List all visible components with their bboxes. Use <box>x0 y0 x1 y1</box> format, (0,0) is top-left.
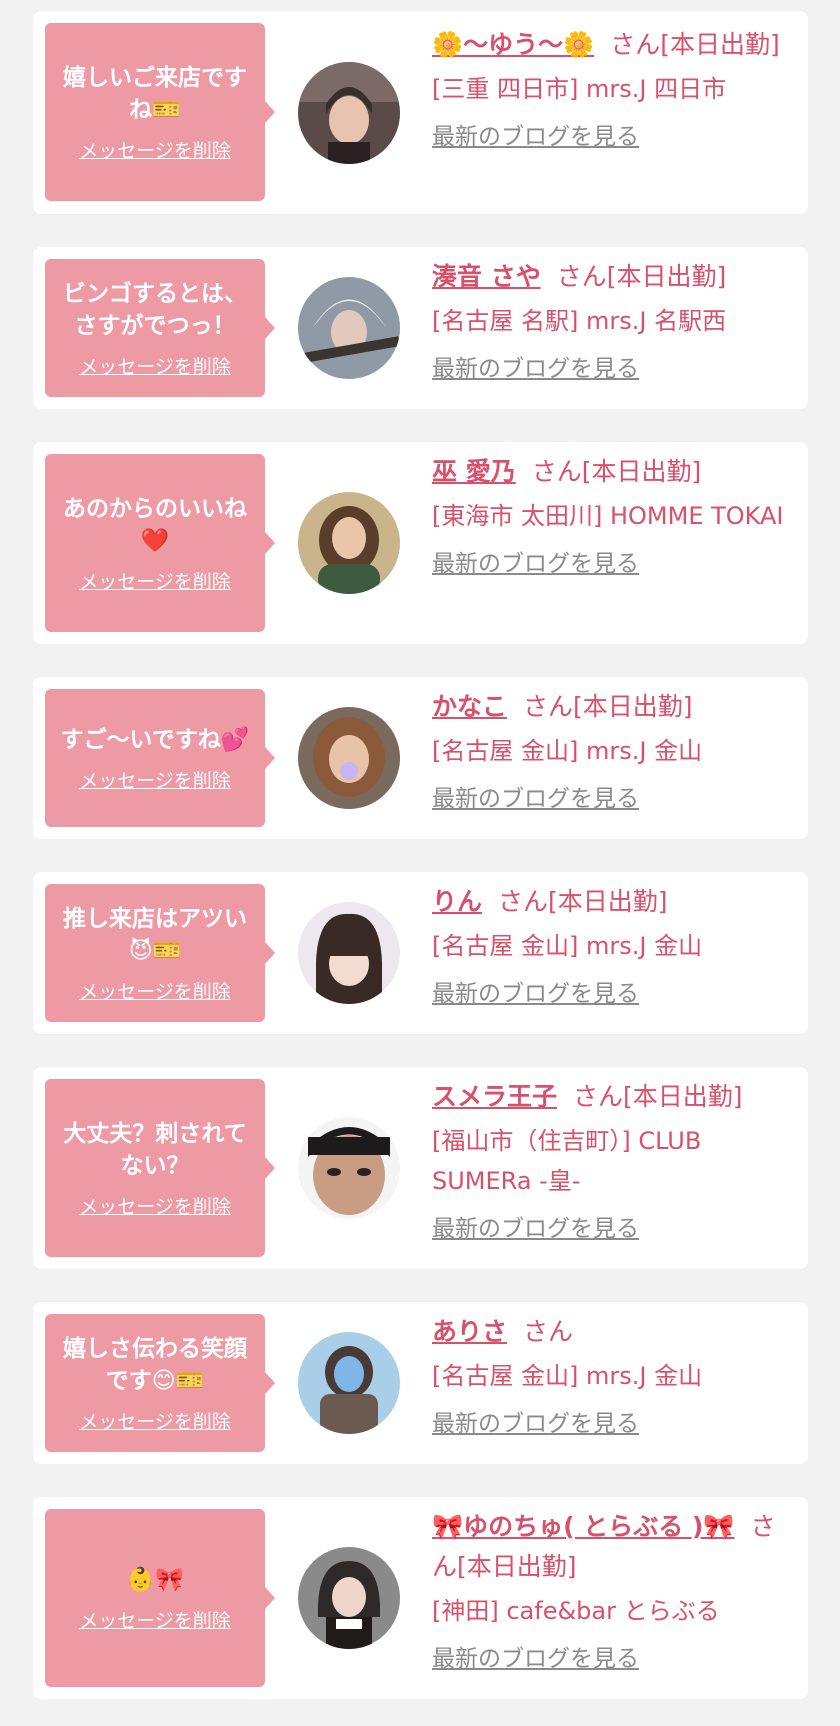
avatar[interactable] <box>298 1332 400 1434</box>
message-text: あのからのいいね ❤️ <box>63 495 247 554</box>
avatar[interactable] <box>298 277 400 379</box>
message-text: すご〜いですね💕 <box>60 726 250 753</box>
message-bubble: 嬉しいご来店ですね🎫 メッセージを削除 <box>45 23 275 201</box>
message-bubble: すご〜いですね💕 メッセージを削除 <box>45 689 275 827</box>
cast-name-link[interactable]: 湊音 さや <box>432 262 541 291</box>
message-bubble: ビンゴするとは、さすがでつっ！ メッセージを削除 <box>45 259 275 397</box>
notification-card: 推し来店はアツい 😈🎫 メッセージを削除 りん さん[本日出勤] [名古屋 金山] … <box>33 872 808 1034</box>
shop-label: [福山市（住吉町）] CLUB SUMERa -皇- <box>432 1127 702 1195</box>
cast-info: かなこ さん[本日出勤] [名古屋 金山] mrs.J 金山 最新のブログを見る <box>432 687 790 817</box>
blog-link[interactable]: 最新のブログを見る <box>432 1211 639 1247</box>
cast-status: さん[本日出勤] <box>610 30 780 59</box>
delete-message-link[interactable]: メッセージを削除 <box>79 567 231 594</box>
shop-label: [名古屋 名駅] mrs.J 名駅西 <box>432 307 727 335</box>
cast-info: 湊音 さや さん[本日出勤] [名古屋 名駅] mrs.J 名駅西 最新のブログを… <box>432 257 790 387</box>
notification-card: 大丈夫？刺されてない？ メッセージを削除 スメラ王子 さん[本日出勤] [福山市（… <box>33 1067 808 1269</box>
delete-message-link[interactable]: メッセージを削除 <box>79 977 231 1004</box>
message-bubble: あのからのいいね ❤️ メッセージを削除 <box>45 454 275 632</box>
cast-status: さん[本日出勤] <box>573 1082 743 1111</box>
delete-message-link[interactable]: メッセージを削除 <box>79 352 231 379</box>
notification-card: ビンゴするとは、さすがでつっ！ メッセージを削除 湊音 さや さん[本日出勤] [… <box>33 247 808 409</box>
cast-name-link[interactable]: 巫 愛乃 <box>432 457 516 486</box>
message-bubble: 推し来店はアツい 😈🎫 メッセージを削除 <box>45 884 275 1022</box>
message-text: 👶🎀 <box>126 1566 184 1593</box>
cast-info: 🌼〜ゆう〜🌼 さん[本日出勤] [三重 四日市] mrs.J 四日市 最新のブログ… <box>432 25 790 155</box>
message-text: 嬉しさ伝わる笑顔です😊🎫 <box>63 1335 247 1394</box>
delete-message-link[interactable]: メッセージを削除 <box>79 1407 231 1434</box>
blog-link[interactable]: 最新のブログを見る <box>432 976 639 1012</box>
delete-message-link[interactable]: メッセージを削除 <box>79 1606 231 1633</box>
cast-status: さん[本日出勤] <box>498 887 668 916</box>
avatar[interactable] <box>298 1547 400 1649</box>
cast-info: りん さん[本日出勤] [名古屋 金山] mrs.J 金山 最新のブログを見る <box>432 882 790 1012</box>
blog-link[interactable]: 最新のブログを見る <box>432 351 639 387</box>
notification-card: 👶🎀 メッセージを削除 🎀ゆのちゅ( とらぶる )🎀 さん[本日出勤] [神田] … <box>33 1497 808 1699</box>
blog-link[interactable]: 最新のブログを見る <box>432 1406 639 1442</box>
message-bubble: 嬉しさ伝わる笑顔です😊🎫 メッセージを削除 <box>45 1314 275 1452</box>
message-bubble: 大丈夫？刺されてない？ メッセージを削除 <box>45 1079 275 1257</box>
shop-label: [東海市 太田川] HOMME TOKAI <box>432 502 784 530</box>
avatar[interactable] <box>298 62 400 164</box>
cast-name-link[interactable]: かなこ <box>432 692 507 721</box>
notification-card: 嬉しいご来店ですね🎫 メッセージを削除 🌼〜ゆう〜🌼 さん[本日出勤] [三重 四… <box>33 11 808 214</box>
message-text: 推し来店はアツい 😈🎫 <box>63 905 247 964</box>
cast-info: スメラ王子 さん[本日出勤] [福山市（住吉町）] CLUB SUMERa -皇-… <box>432 1077 790 1247</box>
cast-name-link[interactable]: 🎀ゆのちゅ( とらぶる )🎀 <box>432 1512 735 1541</box>
cast-name-link[interactable]: 🌼〜ゆう〜🌼 <box>432 30 594 59</box>
shop-label: [三重 四日市] mrs.J 四日市 <box>432 75 727 103</box>
avatar[interactable] <box>298 492 400 594</box>
cast-status: さん[本日出勤] <box>531 457 702 486</box>
cast-name-link[interactable]: ありさ <box>432 1317 507 1346</box>
avatar[interactable] <box>298 902 400 1004</box>
notification-card: あのからのいいね ❤️ メッセージを削除 巫 愛乃 さん[本日出勤] [東海市 太田… <box>33 442 808 644</box>
message-text: 大丈夫？刺されてない？ <box>63 1120 247 1179</box>
blog-link[interactable]: 最新のブログを見る <box>432 546 639 582</box>
avatar[interactable] <box>298 1117 400 1219</box>
blog-link[interactable]: 最新のブログを見る <box>432 1641 639 1677</box>
notification-card: 嬉しさ伝わる笑顔です😊🎫 メッセージを削除 ありさ さん [名古屋 金山] mrs… <box>33 1302 808 1464</box>
cast-info: 🎀ゆのちゅ( とらぶる )🎀 さん[本日出勤] [神田] cafe&bar とらぶ… <box>432 1507 790 1677</box>
shop-label: [神田] cafe&bar とらぶる <box>432 1597 720 1625</box>
blog-link[interactable]: 最新のブログを見る <box>432 781 639 817</box>
delete-message-link[interactable]: メッセージを削除 <box>79 136 231 163</box>
cast-name-link[interactable]: スメラ王子 <box>432 1082 557 1111</box>
shop-label: [名古屋 金山] mrs.J 金山 <box>432 1362 703 1390</box>
cast-name-link[interactable]: りん <box>432 887 482 916</box>
cast-info: ありさ さん [名古屋 金山] mrs.J 金山 最新のブログを見る <box>432 1312 790 1442</box>
shop-label: [名古屋 金山] mrs.J 金山 <box>432 737 703 765</box>
message-text: ビンゴするとは、さすがでつっ！ <box>63 280 247 339</box>
message-bubble: 👶🎀 メッセージを削除 <box>45 1509 275 1687</box>
message-text: 嬉しいご来店ですね🎫 <box>63 64 247 123</box>
shop-label: [名古屋 金山] mrs.J 金山 <box>432 932 703 960</box>
cast-info: 巫 愛乃 さん[本日出勤] [東海市 太田川] HOMME TOKAI 最新のブロ… <box>432 452 790 582</box>
delete-message-link[interactable]: メッセージを削除 <box>79 766 231 793</box>
cast-status: さん <box>523 1317 574 1346</box>
delete-message-link[interactable]: メッセージを削除 <box>79 1192 231 1219</box>
blog-link[interactable]: 最新のブログを見る <box>432 119 639 155</box>
avatar[interactable] <box>298 707 400 809</box>
notification-card: すご〜いですね💕 メッセージを削除 かなこ さん[本日出勤] [名古屋 金山] m… <box>33 677 808 839</box>
cast-status: さん[本日出勤] <box>556 262 727 291</box>
cast-status: さん[本日出勤] <box>523 692 693 721</box>
